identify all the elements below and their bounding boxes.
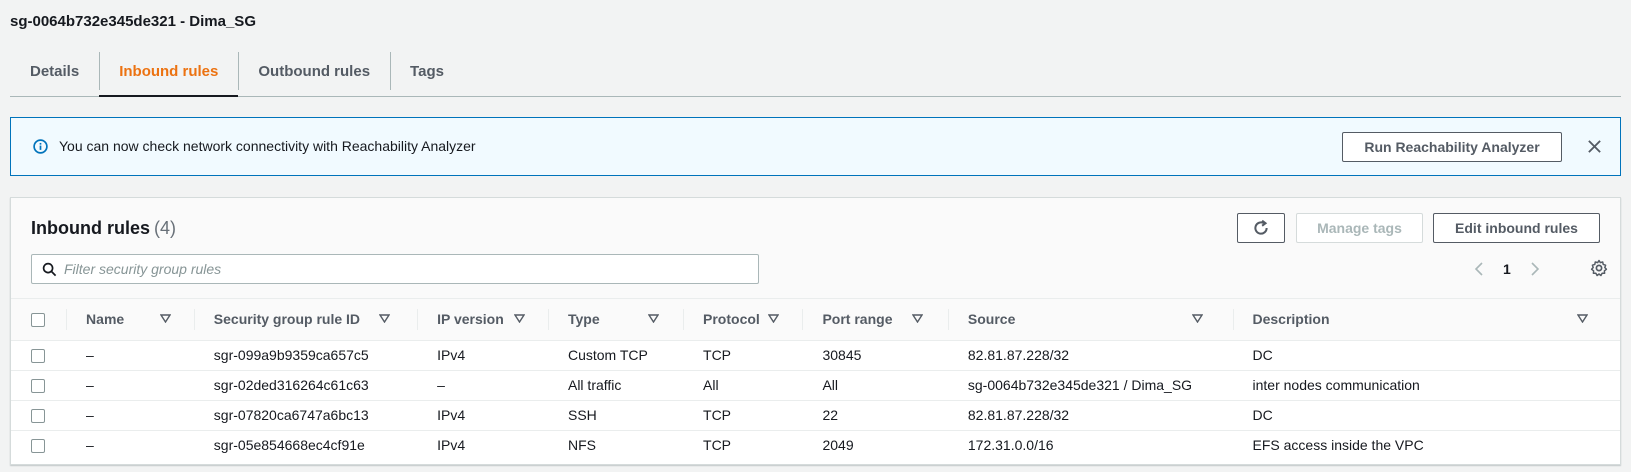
column-header-rule-id[interactable]: Security group rule ID <box>193 299 418 341</box>
column-header-name[interactable]: Name <box>66 299 194 341</box>
select-all-checkbox[interactable] <box>31 313 45 328</box>
refresh-button[interactable] <box>1237 213 1285 243</box>
sort-icon[interactable] <box>378 314 390 323</box>
cell-description: EFS access inside the VPC <box>1252 437 1424 454</box>
tab-outbound-rules[interactable]: Outbound rules <box>238 46 390 96</box>
column-header-ip-version[interactable]: IP version <box>417 299 548 341</box>
edit-inbound-rules-button[interactable]: Edit inbound rules <box>1433 213 1600 243</box>
sort-icon[interactable] <box>1576 314 1588 323</box>
cell-protocol: All <box>683 370 803 401</box>
table-header-row: Name Security group rule ID IP version T… <box>11 299 1620 341</box>
cell-type: NFS <box>567 437 596 454</box>
cell-ip-version: IPv4 <box>417 400 548 431</box>
tab-details[interactable]: Details <box>10 46 99 96</box>
run-reachability-analyzer-button[interactable]: Run Reachability Analyzer <box>1342 132 1562 162</box>
filter-search-box <box>31 254 759 284</box>
cell-name: – <box>66 370 194 401</box>
column-header-description[interactable]: Description <box>1232 299 1620 341</box>
row-checkbox[interactable] <box>31 349 45 364</box>
cell-ip-version: IPv4 <box>437 437 466 454</box>
row-select-cell <box>11 340 67 371</box>
refresh-icon <box>1254 219 1268 235</box>
cell-port-range: 22 <box>802 400 948 431</box>
column-header-protocol[interactable]: Protocol <box>683 299 803 341</box>
page-number[interactable]: 1 <box>1503 261 1511 277</box>
gear-icon[interactable] <box>1590 259 1608 277</box>
row-select-cell <box>11 370 67 401</box>
cell-name: – <box>86 437 94 454</box>
cell-source: sg-0064b732e345de321 / Dima_SG <box>947 370 1233 401</box>
info-icon <box>33 139 48 154</box>
column-header-type[interactable]: Type <box>547 299 684 341</box>
column-header-source[interactable]: Source <box>947 299 1233 341</box>
chevron-left-icon[interactable] <box>1473 262 1485 276</box>
table-row[interactable]: – sgr-02ded316264c61c63 – All traffic Al… <box>11 370 1620 401</box>
cell-rule-id: sgr-099a9b9359ca657c5 <box>193 340 418 371</box>
cell-source: 82.81.87.228/32 <box>947 340 1233 371</box>
info-alert: You can now check network connectivity w… <box>10 117 1621 176</box>
inbound-rules-panel: Inbound rules (4) Manage tags Edit inboun… <box>10 197 1621 465</box>
cell-protocol: TCP <box>683 400 803 431</box>
cell-rule-id: sgr-02ded316264c61c63 <box>193 370 418 401</box>
cell-rule-id: sgr-07820ca6747a6bc13 <box>193 400 418 431</box>
table-row[interactable]: – sgr-05e854668ec4cf91e IPv4 NFS TCP 204… <box>11 430 1620 460</box>
cell-port-range: All <box>802 370 948 401</box>
search-icon <box>42 262 57 277</box>
cell-name: – <box>66 340 194 371</box>
tab-bar: Details Inbound rules Outbound rules Tag… <box>10 46 1621 97</box>
cell-type: Custom TCP <box>547 340 684 371</box>
table-row[interactable]: – sgr-07820ca6747a6bc13 IPv4 SSH TCP 22 … <box>11 400 1620 431</box>
manage-tags-button[interactable]: Manage tags <box>1296 213 1423 243</box>
row-checkbox[interactable] <box>31 439 45 454</box>
pagination: 1 <box>1473 259 1541 279</box>
alert-message: You can now check network connectivity w… <box>59 138 476 154</box>
cell-ip-version: IPv4 <box>417 340 548 371</box>
filter-security-group-rules-input[interactable] <box>64 259 744 279</box>
rule-count: (4) <box>154 218 176 238</box>
row-select-cell <box>11 400 67 431</box>
panel-title: Inbound rules (4) <box>31 218 176 239</box>
inbound-rules-table: Name Security group rule ID IP version T… <box>11 299 1620 460</box>
cell-name: – <box>66 400 194 431</box>
chevron-right-icon[interactable] <box>1529 262 1541 276</box>
row-select-cell <box>11 430 66 460</box>
cell-port-range: 30845 <box>802 340 948 371</box>
cell-protocol: TCP <box>703 437 732 454</box>
panel-header: Inbound rules (4) Manage tags Edit inboun… <box>11 198 1620 299</box>
cell-source: 172.31.0.0/16 <box>967 437 1054 454</box>
column-header-port-range[interactable]: Port range <box>802 299 948 341</box>
cell-protocol: TCP <box>683 340 803 371</box>
page-title: sg-0064b732e345de321 - Dima_SG <box>10 13 256 30</box>
sort-icon[interactable] <box>768 314 780 323</box>
row-checkbox[interactable] <box>31 379 45 394</box>
table-row[interactable]: – sgr-099a9b9359ca657c5 IPv4 Custom TCP … <box>11 340 1620 371</box>
tab-tags[interactable]: Tags <box>390 46 464 96</box>
sort-icon[interactable] <box>647 314 659 323</box>
cell-ip-version: – <box>417 370 548 401</box>
sort-icon[interactable] <box>514 314 526 323</box>
sort-icon[interactable] <box>912 314 924 323</box>
close-icon[interactable] <box>1587 139 1602 154</box>
cell-type: SSH <box>547 400 684 431</box>
panel-title-text: Inbound rules <box>31 218 150 238</box>
tab-inbound-rules[interactable]: Inbound rules <box>99 46 239 97</box>
cell-rule-id: sgr-05e854668ec4cf91e <box>213 437 365 454</box>
sort-icon[interactable] <box>1191 314 1203 323</box>
cell-description: DC <box>1232 400 1620 431</box>
sort-icon[interactable] <box>160 314 172 323</box>
select-all-cell <box>11 299 67 341</box>
cell-description: DC <box>1232 340 1620 371</box>
cell-type: All traffic <box>547 370 684 401</box>
row-checkbox[interactable] <box>31 409 45 424</box>
cell-source: 82.81.87.228/32 <box>947 400 1233 431</box>
cell-description: inter nodes communication <box>1232 370 1620 401</box>
cell-port-range: 2049 <box>822 437 854 454</box>
